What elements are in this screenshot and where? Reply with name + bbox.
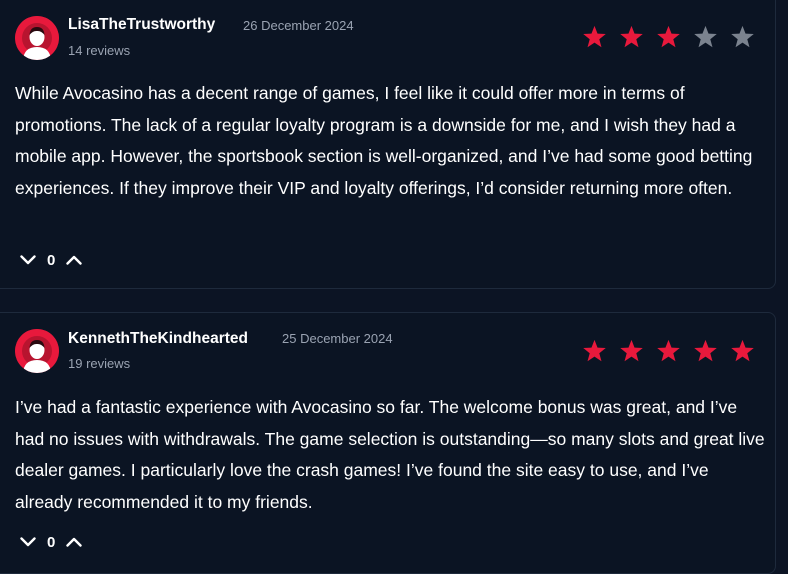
review-card: LisaTheTrustworthy 26 December 2024 14 r… <box>0 0 776 289</box>
chevron-up-icon <box>66 255 83 265</box>
review-count: 19 reviews <box>68 356 131 371</box>
star-icon <box>583 339 606 362</box>
downvote-button[interactable] <box>17 531 39 553</box>
upvote-button[interactable] <box>63 249 85 271</box>
downvote-button[interactable] <box>17 249 39 271</box>
username[interactable]: KennethTheKindhearted <box>68 330 248 348</box>
vote-controls: 0 <box>17 249 85 271</box>
star-icon <box>694 25 717 48</box>
user-icon <box>15 329 59 373</box>
avatar <box>15 329 59 373</box>
chevron-down-icon <box>20 255 36 265</box>
vote-count: 0 <box>47 533 56 551</box>
upvote-button[interactable] <box>63 531 85 553</box>
star-icon <box>731 339 754 362</box>
avatar <box>15 16 59 60</box>
vote-count: 0 <box>47 251 56 269</box>
star-rating <box>582 25 755 49</box>
review-card: KennethTheKindhearted 25 December 2024 1… <box>0 312 776 574</box>
star-icon <box>731 25 754 48</box>
chevron-up-icon <box>66 537 83 547</box>
star-icon <box>657 25 680 48</box>
star-rating <box>582 339 755 363</box>
user-icon <box>15 16 59 60</box>
review-text: I’ve had a fantastic experience with Avo… <box>15 397 765 512</box>
review-count: 14 reviews <box>68 43 131 58</box>
star-icon <box>583 25 606 48</box>
star-icon <box>657 339 680 362</box>
vote-controls: 0 <box>17 531 85 553</box>
review-date: 25 December 2024 <box>282 331 393 346</box>
review-text: While Avocasino has a decent range of ga… <box>15 83 753 198</box>
review-date: 26 December 2024 <box>243 18 354 33</box>
star-icon <box>620 25 643 48</box>
star-icon <box>694 339 717 362</box>
star-icon <box>620 339 643 362</box>
chevron-down-icon <box>20 537 36 547</box>
username[interactable]: LisaTheTrustworthy <box>68 16 215 34</box>
